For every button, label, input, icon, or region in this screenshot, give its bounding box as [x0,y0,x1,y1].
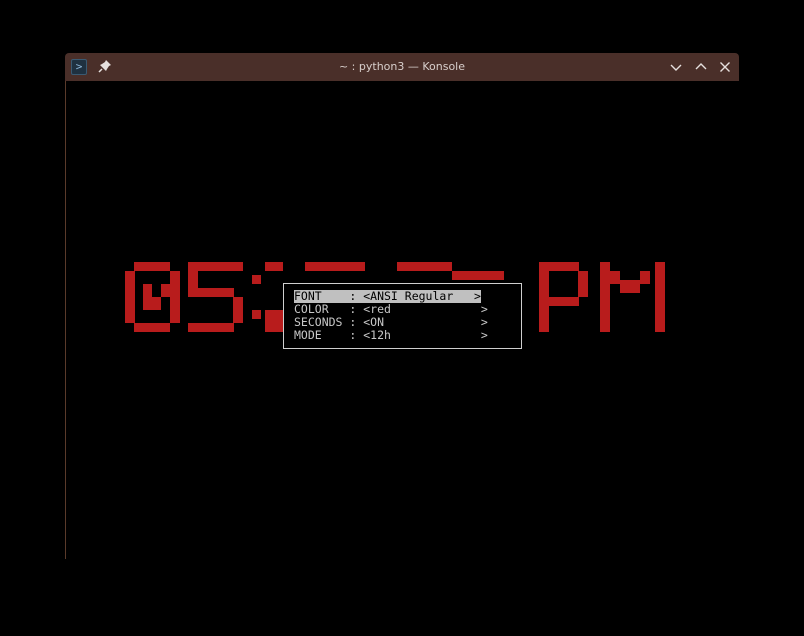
clock-hidden-digits [305,262,504,280]
clock-digit-partial [265,262,283,332]
close-icon[interactable] [717,59,733,75]
maximize-icon[interactable] [693,59,709,75]
clock-digit-0 [125,262,180,332]
menu-item-mode[interactable]: MODE : <12h > [294,329,488,342]
title-bar[interactable]: > ~ : python3 — Konsole [65,53,739,81]
clock-meridiem-m [600,262,665,332]
clock-digit-5 [188,262,243,332]
clock-meridiem-p [539,262,588,332]
minimize-icon[interactable] [668,59,684,75]
settings-menu: FONT : <ANSI Regular > COLOR : <red > SE… [283,283,522,349]
clock-colon [252,275,261,319]
window-title: ~ : python3 — Konsole [338,60,466,73]
